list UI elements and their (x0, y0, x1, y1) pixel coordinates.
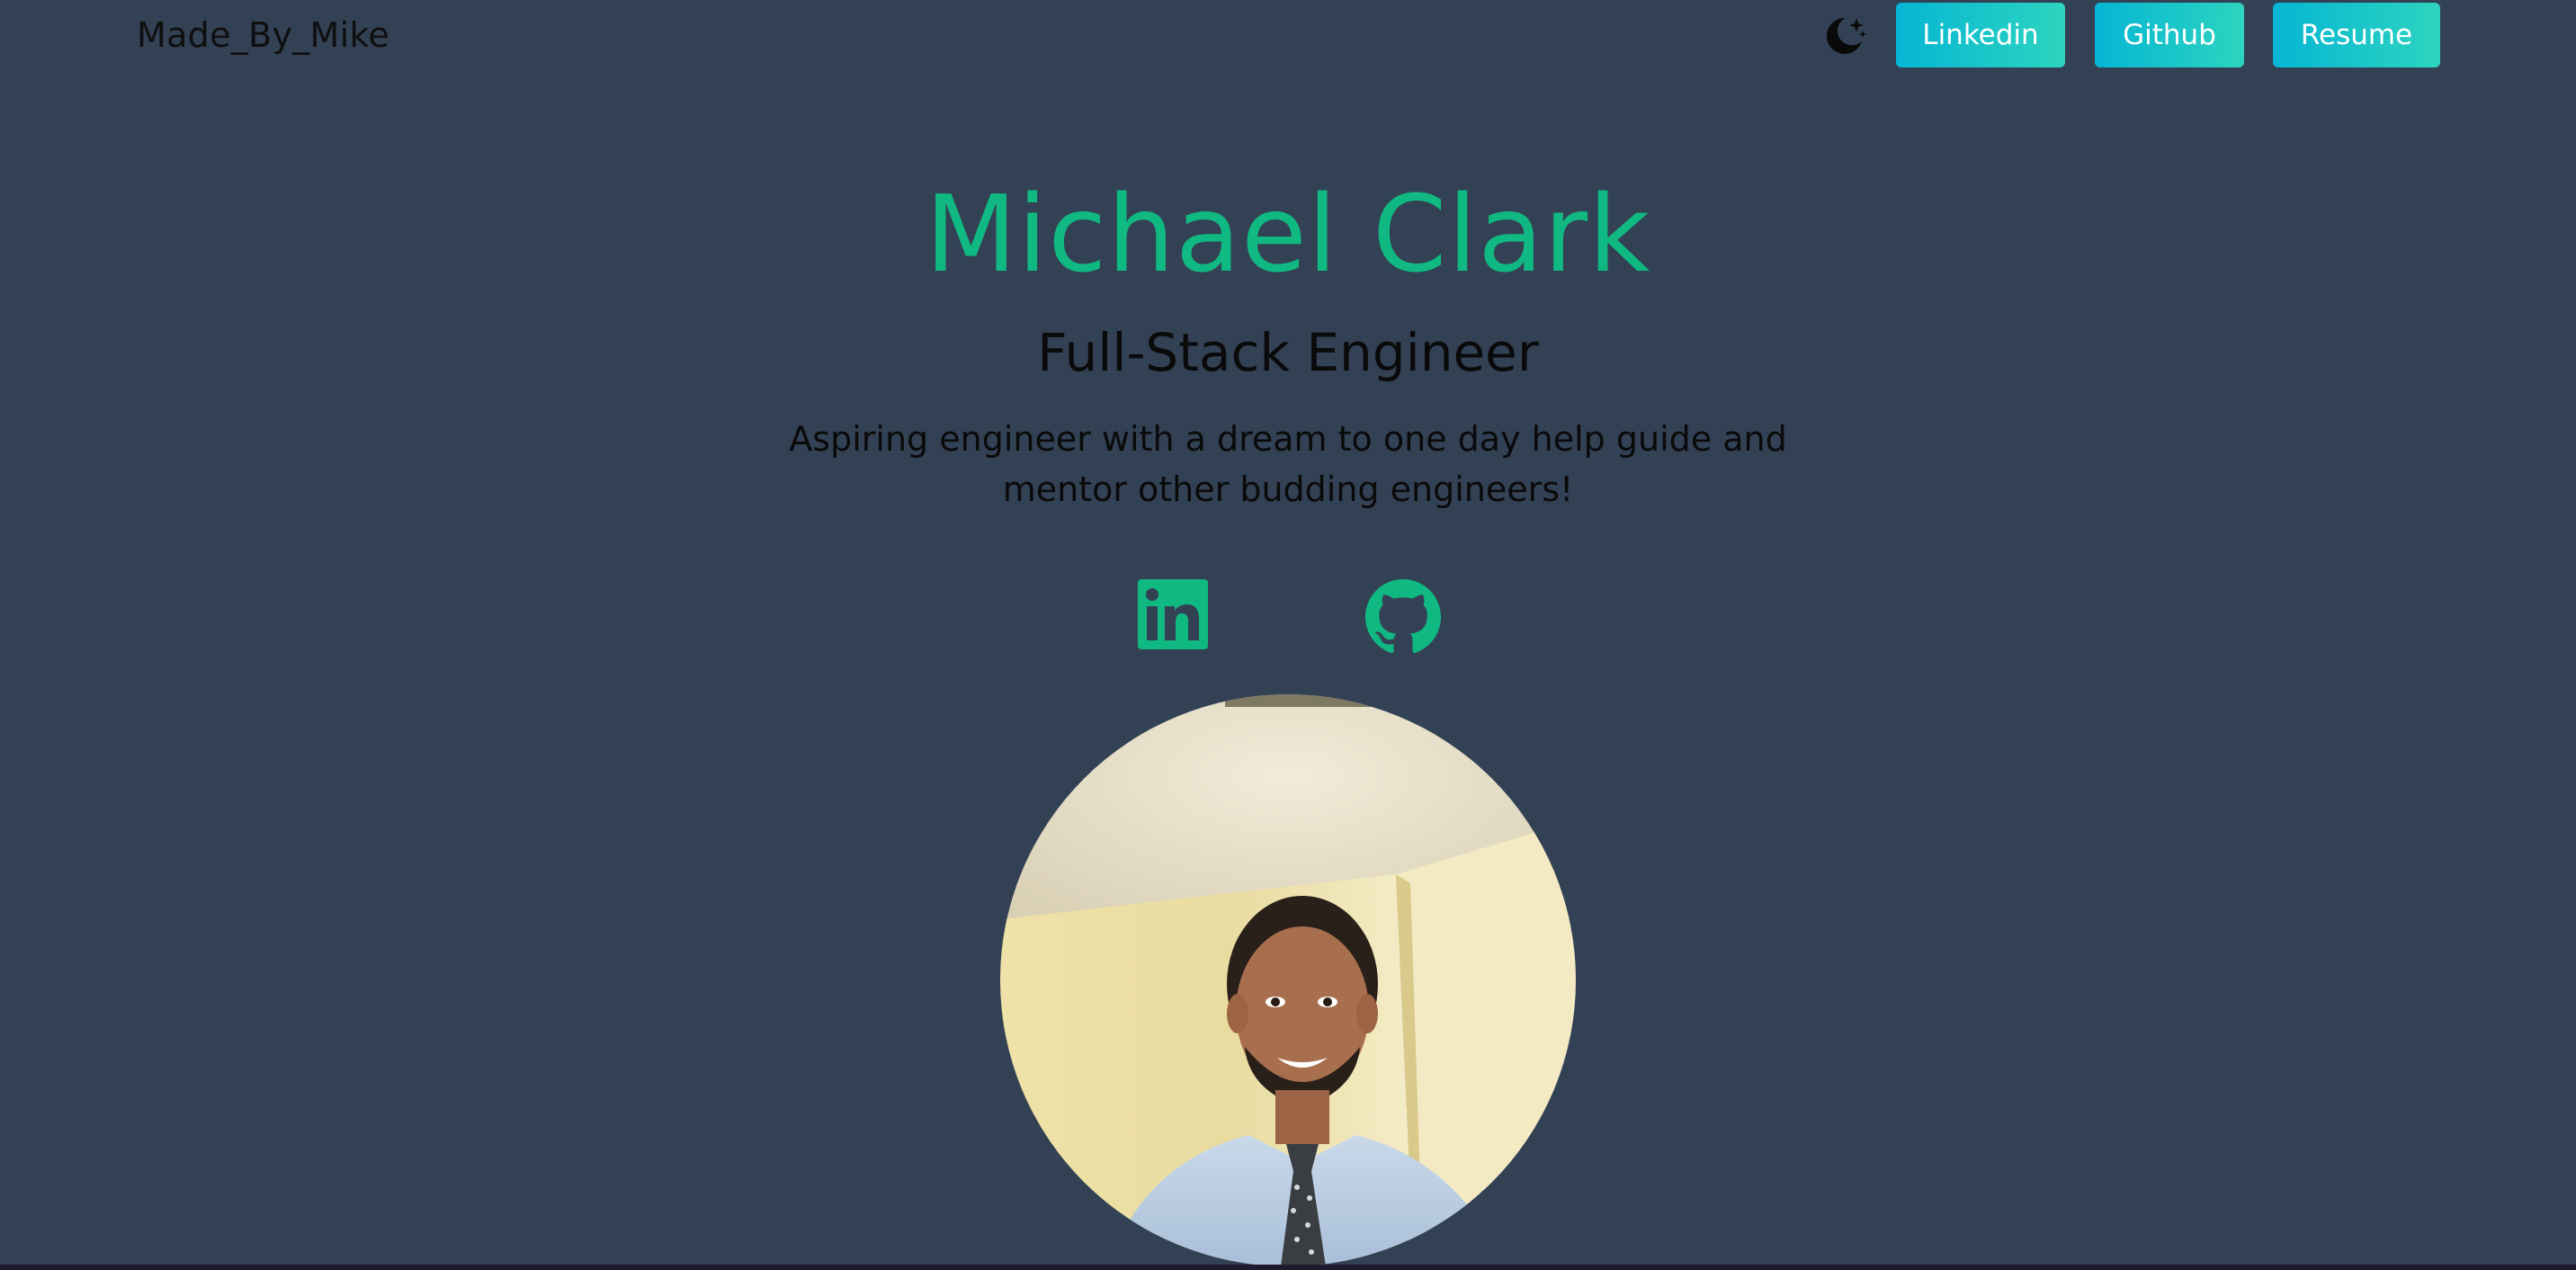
portfolio-page: Made_By_Mike Linkedin Github Resume Mich… (0, 0, 2576, 1270)
github-link[interactable] (1365, 579, 1441, 653)
hero-tagline: Aspiring engineer with a dream to one da… (789, 419, 1787, 509)
nav-github-button[interactable]: Github (2095, 3, 2244, 67)
moon-stars-icon (1826, 17, 1866, 54)
linkedin-icon (1138, 579, 1208, 649)
github-icon (1365, 579, 1441, 653)
profile-photo (1000, 694, 1576, 1266)
nav-resume-button[interactable]: Resume (2273, 3, 2440, 67)
brand-logo[interactable]: Made_By_Mike (137, 14, 389, 56)
nav-linkedin-button[interactable]: Linkedin (1896, 3, 2065, 67)
hero-name: Michael Clark (925, 172, 1651, 296)
linkedin-link[interactable] (1138, 579, 1208, 649)
theme-toggle-button[interactable] (1820, 13, 1867, 59)
hero-role: Full-Stack Engineer (1037, 322, 1539, 383)
bottom-divider (0, 1265, 2576, 1270)
